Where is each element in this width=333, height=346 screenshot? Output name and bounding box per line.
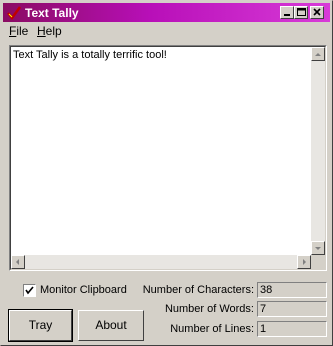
scroll-corner	[311, 255, 325, 269]
main-window: Text Tally File Help Text Tally is a tot…	[0, 0, 333, 346]
maximize-button[interactable]	[294, 6, 308, 19]
menu-file[interactable]: File	[9, 24, 28, 38]
monitor-clipboard-checkbox[interactable]	[23, 284, 36, 297]
arrow-up-icon	[315, 53, 321, 56]
arrow-right-icon	[303, 259, 306, 265]
window-title: Text Tally	[25, 6, 79, 20]
scroll-down-button[interactable]	[311, 241, 325, 255]
characters-count: 38	[260, 284, 273, 296]
editor-text[interactable]: Text Tally is a totally terrific tool!	[13, 49, 167, 61]
monitor-clipboard-label: Monitor Clipboard	[40, 284, 127, 296]
words-label: Number of Words:	[164, 303, 254, 315]
minimize-icon	[284, 14, 290, 16]
vertical-scrollbar[interactable]	[311, 47, 325, 255]
title-bar[interactable]: Text Tally	[3, 3, 330, 22]
arrow-down-icon	[315, 247, 321, 250]
menu-bar: File Help	[3, 23, 330, 41]
about-button[interactable]: About	[78, 310, 144, 341]
scroll-left-button[interactable]	[11, 255, 25, 269]
lines-count-field: 1	[257, 321, 327, 337]
scroll-right-button[interactable]	[297, 255, 311, 269]
characters-label: Number of Characters:	[142, 284, 254, 296]
text-editor[interactable]: Text Tally is a totally terrific tool!	[9, 45, 327, 271]
characters-count-field: 38	[257, 282, 327, 298]
words-count-field: 7	[257, 301, 327, 317]
menu-help[interactable]: Help	[37, 24, 62, 38]
close-icon	[313, 8, 321, 16]
checkmark-app-icon	[7, 6, 22, 21]
arrow-left-icon	[16, 259, 19, 265]
maximize-icon	[297, 8, 306, 16]
scroll-up-button[interactable]	[311, 47, 325, 61]
horizontal-scrollbar[interactable]	[11, 255, 311, 269]
checkmark-icon	[25, 286, 34, 295]
words-count: 7	[260, 303, 267, 315]
lines-label: Number of Lines:	[170, 323, 254, 335]
tray-button[interactable]: Tray	[8, 309, 73, 342]
lines-count: 1	[260, 323, 267, 335]
minimize-button[interactable]	[280, 6, 294, 19]
close-button[interactable]	[310, 6, 324, 19]
